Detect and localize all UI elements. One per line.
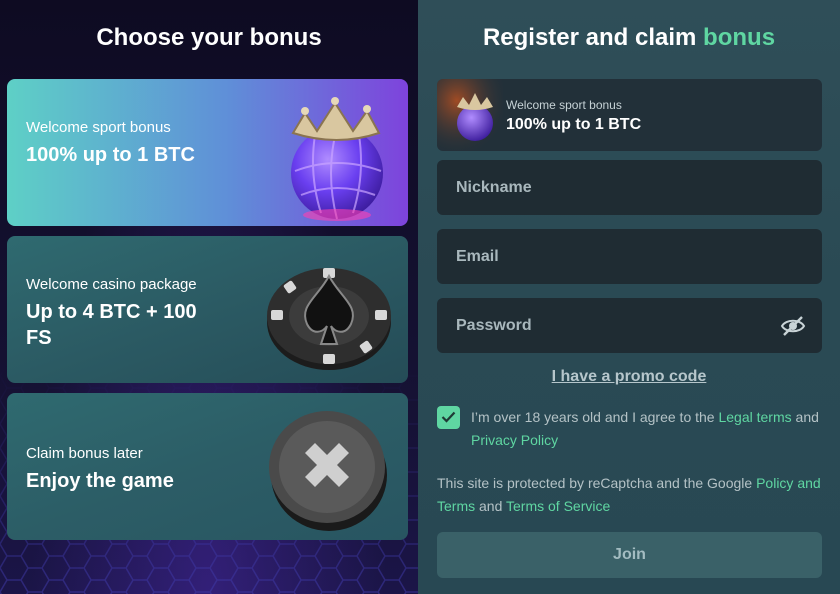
eye-slash-icon[interactable] (780, 313, 806, 339)
recaptcha-prefix: This site is protected by reCaptcha and … (437, 475, 757, 491)
agree-prefix: I’m over 18 years old and I agree to the (471, 409, 719, 425)
age-agree-text: I’m over 18 years old and I agree to the… (471, 406, 831, 452)
sport-bonus-card[interactable]: Welcome sport bonus 100% up to 1 BTC (7, 79, 408, 226)
register-title-main: Register and claim (482, 24, 697, 51)
casino-package-card[interactable]: Welcome casino package Up to 4 BTC + 100… (7, 236, 408, 383)
card-title: 100% up to 1 BTC (26, 144, 195, 166)
card-title: Up to 4 BTC + 100 FS (26, 301, 197, 349)
password-input[interactable] (437, 298, 822, 353)
legal-terms-link[interactable]: Legal terms (718, 409, 791, 425)
nickname-input[interactable] (437, 160, 822, 215)
crowned-ball-icon (437, 79, 503, 151)
password-field[interactable] (437, 298, 822, 353)
checkmark-icon (441, 411, 456, 423)
terms-of-service-link[interactable]: Terms of Service (506, 498, 610, 514)
recaptcha-notice: This site is protected by reCaptcha and … (437, 472, 827, 518)
bonus-chooser-panel: Choose your bonus Welcome sport bonus 10… (0, 0, 418, 594)
selected-bonus-box: Welcome sport bonus 100% up to 1 BTC (437, 79, 822, 151)
join-button[interactable]: Join (437, 532, 822, 578)
nickname-field[interactable] (437, 160, 822, 215)
selected-bonus-subtitle: Welcome sport bonus (506, 98, 622, 112)
promo-code-link[interactable]: I have a promo code (418, 368, 840, 386)
x-coin-icon (269, 411, 387, 531)
agree-and: and (791, 409, 819, 425)
email-input[interactable] (437, 229, 822, 284)
card-subtitle: Claim bonus later (26, 445, 143, 462)
age-agree-checkbox[interactable] (437, 406, 460, 429)
card-subtitle: Welcome sport bonus (26, 119, 171, 136)
privacy-policy-link[interactable]: Privacy Policy (471, 432, 558, 448)
card-subtitle: Welcome casino package (26, 276, 197, 293)
claim-later-card[interactable]: Claim bonus later Enjoy the game (7, 393, 408, 540)
register-title-accent: bonus (703, 24, 776, 51)
selected-bonus-title: 100% up to 1 BTC (506, 116, 642, 133)
card-title: Enjoy the game (26, 470, 174, 492)
choose-bonus-title: Choose your bonus (96, 24, 322, 51)
registration-panel: Register and claim bonus Welcome sport b… (418, 0, 840, 594)
recaptcha-and: and (475, 498, 507, 514)
poker-chip-spade-icon (267, 268, 391, 370)
crowned-ball-icon (291, 97, 383, 221)
email-field[interactable] (437, 229, 822, 284)
register-title: Register and claim bonus (418, 24, 840, 52)
